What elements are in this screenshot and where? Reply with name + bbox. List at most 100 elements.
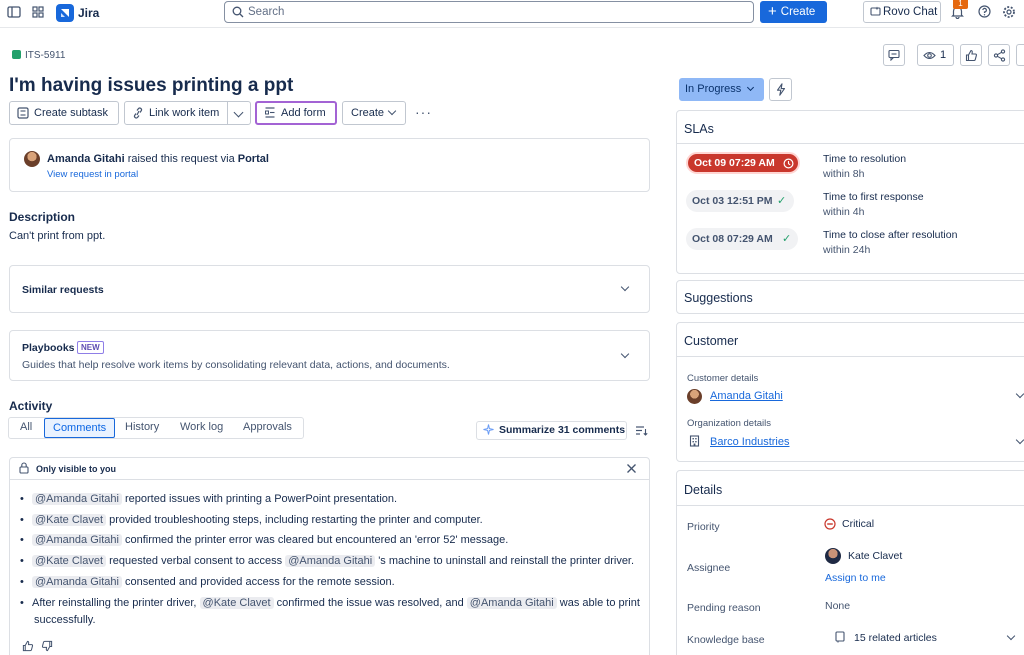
- visibility-label: Only visible to you: [36, 464, 117, 474]
- critical-priority-icon: [824, 518, 836, 533]
- new-badge: NEW: [77, 341, 104, 354]
- sidebar-toggle-icon[interactable]: [6, 5, 22, 21]
- assignee-value[interactable]: Kate Clavet: [848, 550, 902, 562]
- watch-button[interactable]: 1: [917, 44, 954, 66]
- summarize-comments-button[interactable]: Summarize 31 comments: [476, 421, 627, 440]
- jira-logo-icon[interactable]: [56, 4, 74, 22]
- sla-name: Time to resolution: [823, 153, 907, 165]
- knowledge-base-value[interactable]: 15 related articles: [854, 632, 937, 644]
- description-heading: Description: [9, 210, 76, 224]
- customer-details-label: Customer details: [687, 373, 759, 384]
- playbooks-panel[interactable]: Playbooks NEW Guides that help resolve w…: [9, 330, 650, 381]
- user-mention[interactable]: @Amanda Gitahi: [32, 534, 122, 546]
- sla-target: within 8h: [823, 168, 865, 180]
- assign-to-me-link[interactable]: Assign to me: [825, 572, 886, 584]
- user-mention[interactable]: @Kate Clavet: [32, 514, 107, 526]
- pending-reason-value[interactable]: None: [825, 600, 850, 612]
- more-options-icon[interactable]: ···: [415, 104, 432, 120]
- user-mention[interactable]: @Kate Clavet: [32, 555, 107, 567]
- sla-time-to-close-badge[interactable]: Oct 08 07:29 AM ✓: [686, 228, 798, 250]
- chevron-down-icon[interactable]: [1006, 631, 1016, 641]
- customer-panel: Customer Customer details Amanda Gitahi …: [676, 322, 1024, 462]
- user-mention[interactable]: @Amanda Gitahi: [32, 493, 122, 505]
- summary-item: @Amanda Gitahi reported issues with prin…: [20, 493, 397, 505]
- feedback-icon: [888, 49, 900, 64]
- create-button[interactable]: + Create: [760, 1, 827, 23]
- user-mention[interactable]: @Amanda Gitahi: [32, 576, 122, 588]
- more-actions-button-partial[interactable]: [1016, 44, 1024, 66]
- help-icon[interactable]: [976, 5, 992, 21]
- thumbs-down-icon[interactable]: [41, 640, 53, 655]
- rovo-chat-button[interactable]: Rovo Chat: [863, 1, 941, 23]
- details-heading[interactable]: Details: [684, 483, 722, 497]
- ai-sparkle-icon: [483, 424, 494, 441]
- slas-heading[interactable]: SLAs: [684, 122, 714, 136]
- similar-requests-label: Similar requests: [22, 284, 104, 296]
- tab-all[interactable]: All: [12, 418, 40, 438]
- raised-text: raised this request via: [127, 153, 235, 165]
- customer-name-link[interactable]: Amanda Gitahi: [710, 390, 783, 402]
- issue-key[interactable]: ITS-5911: [12, 50, 65, 61]
- priority-value[interactable]: Critical: [842, 518, 874, 530]
- create-subtask-button[interactable]: Create subtask: [9, 101, 119, 125]
- settings-gear-icon[interactable]: [1001, 5, 1017, 21]
- sla-target: within 24h: [823, 244, 871, 256]
- tab-work-log[interactable]: Work log: [172, 418, 231, 438]
- share-button[interactable]: [988, 44, 1010, 66]
- details-panel: Details Priority Critical Assignee Kate …: [676, 470, 1024, 655]
- search-input[interactable]: Search: [224, 1, 754, 23]
- chevron-down-icon: [387, 106, 397, 116]
- create-dropdown-button[interactable]: Create: [342, 101, 406, 125]
- tab-history[interactable]: History: [117, 418, 167, 438]
- user-mention[interactable]: @Amanda Gitahi: [466, 597, 557, 609]
- reporter-avatar: [24, 151, 40, 167]
- plus-icon: +: [768, 3, 777, 20]
- description-text[interactable]: Can't print from ppt.: [9, 230, 105, 242]
- issue-title[interactable]: I'm having issues printing a ppt: [9, 75, 293, 97]
- suggestions-panel[interactable]: Suggestions: [676, 280, 1024, 314]
- reporter-name[interactable]: Amanda Gitahi: [47, 153, 125, 165]
- top-navigation: Jira Search + Create Rovo Chat 1: [0, 0, 1024, 28]
- close-icon[interactable]: [626, 463, 637, 477]
- sla-time-to-resolution-badge[interactable]: Oct 09 07:29 AM: [686, 152, 800, 174]
- similar-requests-panel[interactable]: Similar requests: [9, 265, 650, 313]
- view-request-in-portal-link[interactable]: View request in portal: [47, 169, 138, 180]
- search-placeholder: Search: [248, 6, 285, 18]
- pending-reason-label: Pending reason: [687, 602, 761, 614]
- summary-item-continuation: successfully.: [34, 614, 96, 626]
- app-name[interactable]: Jira: [78, 6, 99, 20]
- chevron-down-icon: [746, 83, 755, 92]
- search-icon: [232, 6, 244, 18]
- automation-button[interactable]: [769, 78, 792, 101]
- summary-item: @Amanda Gitahi confirmed the printer err…: [20, 534, 508, 546]
- issue-type-icon: [12, 50, 21, 59]
- notification-count-badge: 1: [953, 0, 968, 9]
- link-icon: [132, 102, 144, 132]
- link-work-item-dropdown[interactable]: [227, 101, 251, 125]
- organization-name-link[interactable]: Barco Industries: [710, 436, 789, 448]
- checkmark-icon: ✓: [782, 233, 792, 245]
- tab-approvals[interactable]: Approvals: [235, 418, 300, 438]
- suggestions-heading: Suggestions: [684, 291, 753, 305]
- chevron-down-icon[interactable]: [1015, 435, 1024, 445]
- link-work-item-button[interactable]: Link work item: [124, 101, 228, 125]
- status-dropdown[interactable]: In Progress: [679, 78, 764, 101]
- sort-comments-icon[interactable]: [635, 424, 648, 440]
- clock-icon: [783, 157, 794, 175]
- thumbs-up-icon[interactable]: [22, 640, 34, 655]
- playbooks-description: Guides that help resolve work items by c…: [22, 359, 450, 371]
- user-mention[interactable]: @Kate Clavet: [199, 597, 274, 609]
- add-form-button[interactable]: Add form: [255, 101, 337, 125]
- sla-time-to-first-response-badge[interactable]: Oct 03 12:51 PM ✓: [686, 190, 794, 212]
- chevron-down-icon[interactable]: [1015, 389, 1024, 399]
- app-switcher-icon[interactable]: [30, 5, 46, 21]
- tab-comments[interactable]: Comments: [44, 418, 115, 438]
- organization-details-label: Organization details: [687, 418, 771, 429]
- customer-heading[interactable]: Customer: [684, 334, 738, 348]
- vote-button[interactable]: [960, 44, 982, 66]
- feedback-button[interactable]: [883, 44, 905, 66]
- user-mention[interactable]: @Amanda Gitahi: [285, 555, 376, 567]
- ai-summary-card: Only visible to you @Amanda Gitahi repor…: [9, 457, 650, 655]
- lock-icon: [19, 462, 29, 477]
- playbooks-label: Playbooks: [22, 342, 75, 354]
